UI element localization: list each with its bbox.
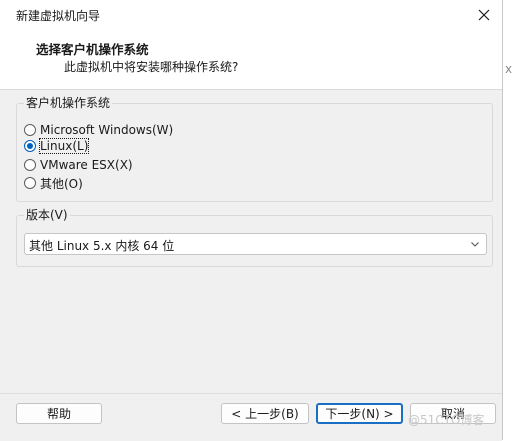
radio-other-circle[interactable] bbox=[24, 177, 36, 189]
wizard-header: 选择客户机操作系统 此虚拟机中将安装哪种操作系统? bbox=[0, 30, 502, 90]
page-subtitle: 此虚拟机中将安装哪种操作系统? bbox=[64, 60, 239, 74]
title-bar: 新建虚拟机向导 bbox=[0, 0, 502, 30]
next-button[interactable]: 下一步(N) > bbox=[316, 403, 403, 424]
version-select[interactable]: 其他 Linux 5.x 内核 64 位 bbox=[24, 233, 487, 255]
window-title: 新建虚拟机向导 bbox=[16, 9, 101, 23]
page-title: 选择客户机操作系统 bbox=[36, 42, 149, 57]
radio-other-label: 其他(O) bbox=[40, 176, 83, 191]
close-button[interactable] bbox=[466, 0, 502, 30]
background-edge-text: x bbox=[505, 62, 513, 76]
back-button[interactable]: < 上一步(B) bbox=[221, 403, 309, 424]
close-icon bbox=[478, 9, 490, 21]
radio-linux-circle[interactable] bbox=[24, 140, 36, 152]
new-vm-wizard-window: 新建虚拟机向导 选择客户机操作系统 此虚拟机中将安装哪种操作系统? 客户机操作系… bbox=[0, 0, 503, 441]
radio-windows[interactable]: Microsoft Windows(W) bbox=[24, 122, 173, 138]
radio-linux[interactable]: Linux(L) bbox=[24, 138, 90, 154]
guest-os-legend: 客户机操作系统 bbox=[24, 94, 113, 111]
version-select-value: 其他 Linux 5.x 内核 64 位 bbox=[29, 239, 175, 253]
radio-vmware-esx[interactable]: VMware ESX(X) bbox=[24, 157, 133, 173]
radio-linux-label: Linux(L) bbox=[38, 138, 90, 154]
version-legend: 版本(V) bbox=[24, 206, 70, 223]
watermark: @51CTO博客 bbox=[408, 413, 485, 427]
radio-vmware-esx-label: VMware ESX(X) bbox=[40, 158, 133, 172]
radio-windows-label: Microsoft Windows(W) bbox=[40, 123, 174, 137]
chevron-down-icon bbox=[471, 242, 479, 247]
radio-windows-circle[interactable] bbox=[24, 124, 36, 136]
help-button[interactable]: 帮助 bbox=[16, 403, 102, 424]
radio-other[interactable]: 其他(O) bbox=[24, 175, 83, 191]
radio-vmware-esx-circle[interactable] bbox=[24, 159, 36, 171]
